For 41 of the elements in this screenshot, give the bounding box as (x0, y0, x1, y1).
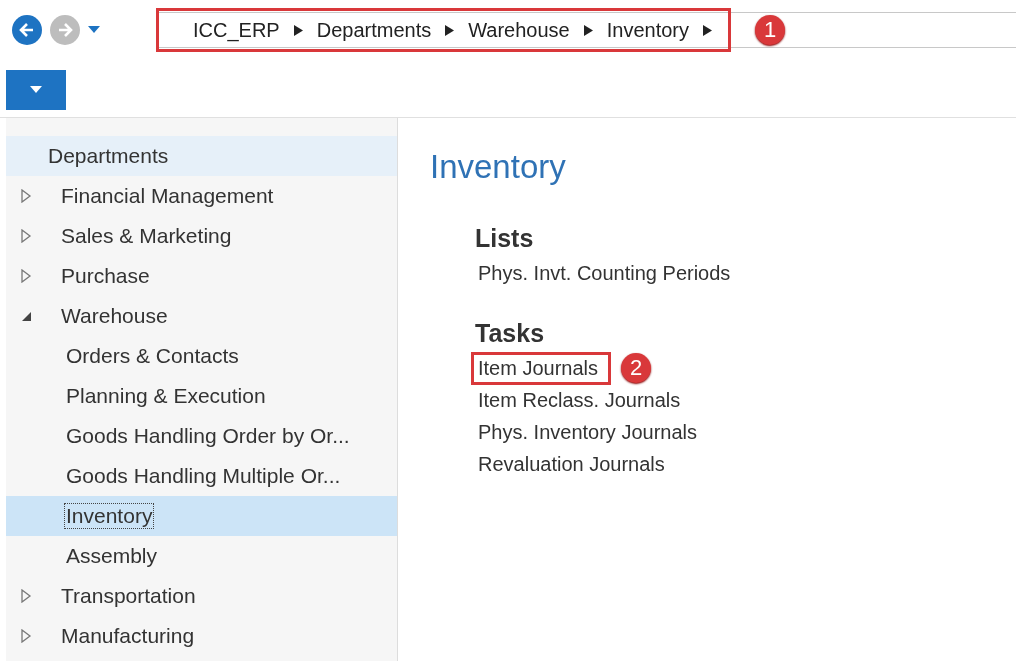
breadcrumb-item[interactable]: Departments (316, 18, 432, 42)
tree-item[interactable]: Inventory (6, 496, 397, 536)
tree-item[interactable]: Goods Handling Order by Or... (6, 416, 397, 456)
annotation-badge: 2 (621, 353, 652, 383)
back-button[interactable] (12, 15, 42, 45)
page-title: Inventory (430, 148, 567, 186)
caret-down-icon (30, 86, 42, 94)
triangle-right-icon[interactable] (703, 24, 712, 36)
tree-item[interactable]: Warehouse (6, 296, 397, 336)
tree-item[interactable]: Planning & Execution (6, 376, 397, 416)
tree-item[interactable]: Transportation (6, 576, 397, 616)
expand-triangle-icon[interactable] (20, 269, 32, 283)
triangle-right-icon[interactable] (583, 24, 593, 36)
tree-item[interactable]: Sales & Marketing (6, 216, 397, 256)
breadcrumb-item[interactable]: ICC_ERP (193, 18, 280, 42)
task-link[interactable]: Item Reclass. Journals (471, 383, 694, 417)
section-heading: Tasks (475, 319, 545, 348)
task-link[interactable]: Phys. Inventory Journals (471, 415, 710, 449)
expand-triangle-icon[interactable] (20, 229, 32, 243)
expand-triangle-icon[interactable] (20, 189, 32, 203)
arrow-left-icon (18, 21, 36, 39)
expand-triangle-icon[interactable] (20, 629, 32, 643)
task-link[interactable]: Item Journals (471, 351, 612, 385)
tree-item[interactable]: Manufacturing (6, 616, 397, 656)
task-link[interactable]: Phys. Invt. Counting Periods (471, 256, 744, 290)
task-link[interactable]: Revaluation Journals (471, 447, 678, 481)
dropdown-caret-icon[interactable] (88, 26, 100, 34)
section-heading: Lists (475, 224, 534, 253)
tree-item[interactable]: Goods Handling Multiple Or... (6, 456, 397, 496)
expand-triangle-icon[interactable] (20, 589, 32, 603)
annotation-badge: 1 (755, 15, 785, 45)
triangle-right-icon[interactable] (293, 24, 303, 36)
tree-item[interactable]: Financial Management (6, 176, 397, 216)
breadcrumb-item[interactable]: Inventory (606, 18, 689, 42)
triangle-right-icon[interactable] (445, 24, 455, 36)
tree-item[interactable]: Purchase (6, 256, 397, 296)
arrow-right-icon (56, 21, 74, 39)
tree-root-row[interactable]: Departments (6, 136, 397, 176)
tree-item[interactable]: Assembly (6, 536, 397, 576)
breadcrumb-item[interactable]: Warehouse (468, 18, 570, 42)
tree-item[interactable]: Orders & Contacts (6, 336, 397, 376)
